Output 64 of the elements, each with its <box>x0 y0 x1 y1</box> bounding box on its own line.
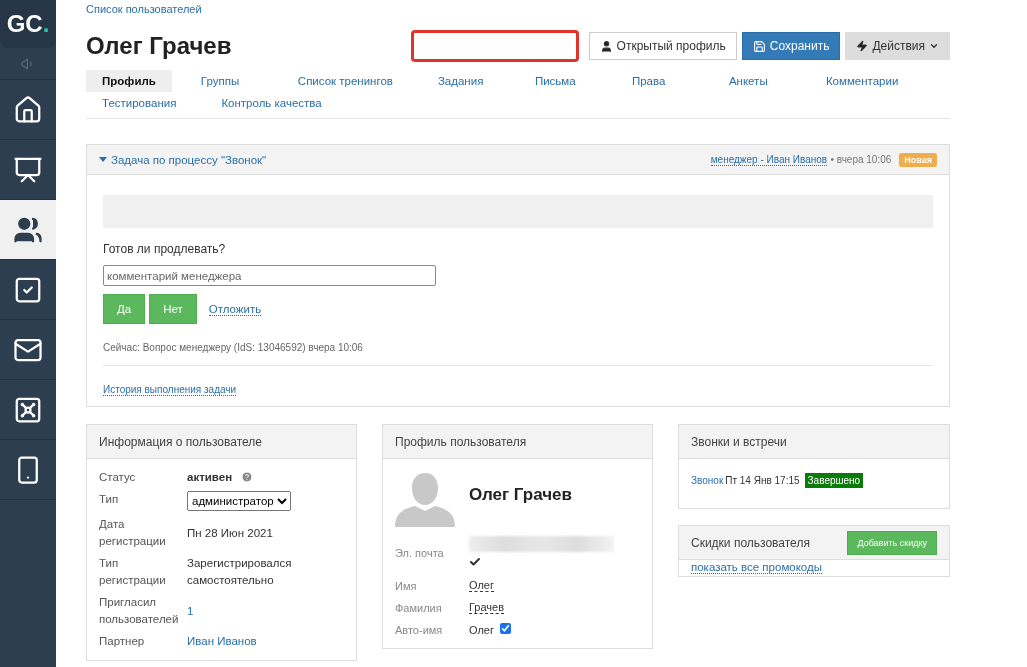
editable-value[interactable]: Грачев <box>469 601 505 614</box>
history-link[interactable]: История выполнения задачи <box>103 384 237 396</box>
status-text: Сейчас: Вопрос менеджеру (IdS: 13046592) вчера 10:06 <box>103 342 933 366</box>
tab[interactable]: Тестирования <box>86 92 193 114</box>
promo-codes-link[interactable]: показать все промокоды <box>691 561 822 574</box>
breadcrumb-link[interactable]: Список пользователей <box>86 3 202 15</box>
help-icon[interactable] <box>241 471 254 483</box>
save-icon <box>752 39 766 53</box>
tab[interactable]: Задания <box>421 70 506 92</box>
field-value: Зарегистрировался самостоятельно <box>187 556 293 588</box>
tab[interactable]: Комментарии <box>809 70 915 92</box>
status-badge: Завершено <box>804 473 864 488</box>
field-label: Имя <box>395 579 418 592</box>
tab[interactable]: Контроль качества <box>205 92 338 114</box>
actions-button[interactable]: Действия <box>845 32 950 60</box>
call-date: Пт 14 Янв 17:15 <box>725 475 800 486</box>
logo[interactable]: GC. <box>0 0 56 48</box>
tab[interactable]: Письма <box>518 70 603 92</box>
field-label: Тип регистрации <box>99 556 167 588</box>
field-label: Авто-имя <box>395 623 444 636</box>
question-text: Готов ли продлевать? <box>103 242 227 256</box>
field-label: Фамилия <box>395 601 443 614</box>
panel-title: Информация о пользователе <box>99 434 263 449</box>
lightning-icon <box>856 40 869 52</box>
status-value: активен <box>187 471 233 483</box>
field-label: Тип <box>99 492 120 507</box>
field-label: Статус <box>99 470 137 485</box>
input-field[interactable] <box>410 30 579 62</box>
panel-title: Звонки и встречи <box>691 434 788 449</box>
home-icon[interactable] <box>13 94 43 125</box>
assignee-link[interactable]: менеджер - Иван Иванов <box>710 153 828 166</box>
avatar-silhouette <box>395 471 455 527</box>
type-select[interactable]: администратор <box>187 491 291 511</box>
field-label: Эл. почта <box>395 547 445 559</box>
field-value: Пн 28 Июн 2021 <box>187 525 274 541</box>
auto-name-checkbox[interactable] <box>500 623 511 634</box>
profile-button[interactable]: Открытый профиль <box>588 32 737 60</box>
sidebar-item[interactable] <box>0 200 56 260</box>
editable-value[interactable]: Олег <box>469 579 494 592</box>
panel-title: Профиль пользователя <box>395 434 528 449</box>
tab[interactable]: Профиль <box>86 70 172 92</box>
tab[interactable]: Группы <box>184 70 269 92</box>
tab[interactable]: Права <box>615 70 700 92</box>
tab[interactable]: Список тренингов <box>281 70 409 92</box>
task-title[interactable]: Задача по процессу "Звонок" <box>111 153 711 166</box>
tab[interactable]: Анкеты <box>712 70 797 92</box>
field-label: Партнер <box>99 634 146 649</box>
field-link[interactable]: Иван Иванов <box>187 633 344 650</box>
save-button[interactable]: Сохранить <box>741 32 841 60</box>
field-value: Олег <box>469 624 494 636</box>
task-time: • вчера 10:06 <box>830 154 892 165</box>
field-label: Пригласил пользователей <box>99 595 179 627</box>
user-icon <box>599 39 613 53</box>
comment-field[interactable]: комментарий менеджера <box>103 265 436 286</box>
status-badge: Новая <box>899 152 937 167</box>
field-link[interactable]: 1 <box>187 602 344 620</box>
page-title: Олег Грачев <box>86 32 233 60</box>
caret-icon <box>929 41 939 51</box>
field-label: Дата регистрации <box>99 517 167 549</box>
profile-name: Олег Грачев <box>469 485 572 505</box>
postpone-link[interactable]: Отложить <box>208 302 262 316</box>
call-link[interactable]: Звонок <box>691 475 724 486</box>
caret-icon[interactable] <box>99 157 107 162</box>
panel-title: Скидки пользователя <box>691 535 811 550</box>
